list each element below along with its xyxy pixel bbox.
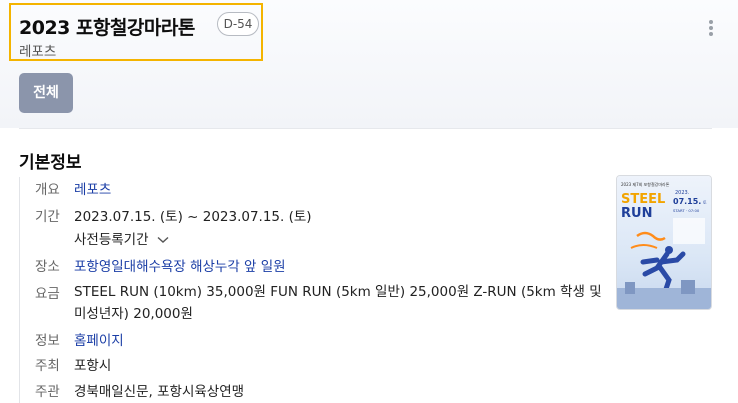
place-link[interactable]: 포항영일대해수욕장 해상누각 앞 일원 [74,255,286,275]
divider [19,128,712,129]
overview-label: 개요 [35,182,60,198]
host-label: 주최 [35,358,60,374]
pre-register-toggle[interactable]: 사전등록기간 [74,228,169,248]
web-label: 정보 [35,333,60,349]
poster-illustration: 2023 제7회 포항철강마라톤 STEEL RUN 2023. 07.15. … [617,176,711,309]
pre-register-label: 사전등록기간 [74,232,149,248]
event-title: 2023 포항철강마라톤 [19,17,195,39]
poster-line1: STEEL [621,192,665,207]
organizer-value: 경북매일신문, 포항시육상연맹 [74,384,245,400]
event-category: 레포츠 [19,44,57,60]
fee-value: STEEL RUN (10km) 35,000원 FUN RUN (5km 일반… [74,284,602,322]
organizer-label: 주관 [35,384,60,400]
filter-chip-all[interactable]: 전체 [19,73,73,113]
fee-label: 요금 [35,286,60,302]
event-poster-image[interactable]: 2023 제7회 포항철강마라톤 STEEL RUN 2023. 07.15. … [616,175,712,310]
place-label: 장소 [35,259,60,275]
poster-day: 토 [703,200,707,205]
host-value: 포항시 [74,358,112,374]
chevron-down-icon [157,236,169,243]
period-label: 기간 [35,209,60,225]
overview-link[interactable]: 레포츠 [74,178,111,198]
period-value: 2023.07.15. (토) ~ 2023.07.15. (토) [74,209,312,225]
poster-top-text: 2023 제7회 포항철강마라톤 [621,181,670,187]
poster-year: 2023. [675,190,690,196]
homepage-link[interactable]: 홈페이지 [74,329,124,349]
poster-start: START · 07:00 [673,208,700,213]
dday-badge: D-54 [217,12,259,36]
section-title-basic-info: 기본정보 [19,153,82,173]
poster-date: 07.15. [673,197,701,206]
poster-line2: RUN [621,206,652,221]
more-options-icon[interactable] [706,20,716,40]
info-vertical-rule [19,177,20,403]
